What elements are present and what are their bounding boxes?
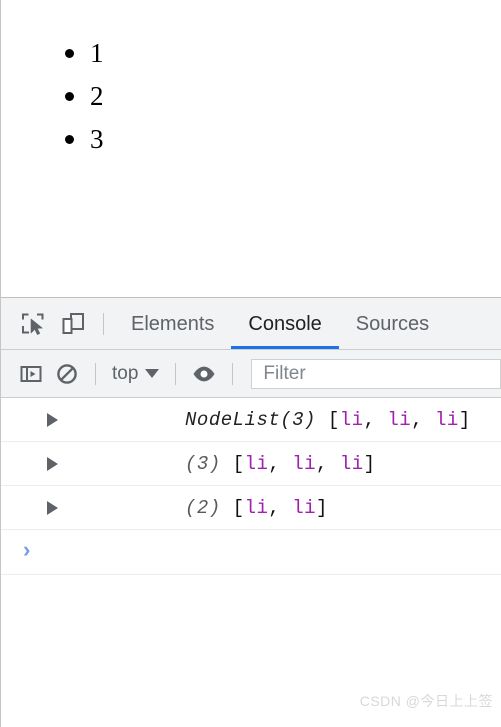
console-close-bracket: ] (458, 408, 471, 431)
console-toolbar: top Filter (1, 350, 501, 398)
clear-console-icon[interactable] (49, 357, 85, 391)
console-node-token: li (244, 496, 269, 519)
console-separator: , (316, 452, 340, 475)
inspect-element-icon[interactable] (13, 304, 53, 344)
bullet-disc-icon (65, 49, 74, 58)
console-count-label: (3) (185, 452, 221, 475)
page-viewport: 1 2 3 (1, 0, 501, 297)
disclosure-triangle-icon[interactable] (47, 500, 58, 515)
console-message-list: NodeList(3) [li, li, li] (3) [li, li, li… (1, 398, 501, 727)
console-node-token: li (292, 496, 316, 519)
page-bullet-list: 1 2 3 (65, 32, 104, 161)
execution-context-label: top (112, 362, 139, 384)
console-node-token: li (339, 408, 364, 431)
toolbar-divider (232, 362, 234, 385)
list-item-label: 3 (90, 124, 104, 154)
bullet-disc-icon (65, 135, 74, 144)
toolbar-divider (175, 362, 177, 385)
console-close-bracket: ] (363, 452, 376, 475)
console-node-token: li (387, 408, 412, 431)
console-message-row[interactable]: (2) [li, li] (1, 486, 501, 530)
console-constructor-label: NodeList(3) (185, 408, 316, 431)
console-separator: , (363, 408, 388, 431)
console-separator: , (268, 452, 293, 475)
chevron-down-icon (145, 369, 160, 378)
tab-sources[interactable]: Sources (339, 299, 446, 349)
tab-console[interactable]: Console (231, 299, 340, 349)
console-open-bracket: [ (220, 496, 245, 519)
list-item: 2 (65, 75, 104, 118)
console-separator: , (268, 496, 293, 519)
toolbar-divider (103, 312, 104, 335)
console-count-label: (2) (185, 496, 221, 519)
prompt-chevron-icon: › (20, 539, 34, 564)
devtools-tabbar: Elements Console Sources (1, 298, 501, 350)
console-node-token: li (244, 452, 269, 475)
bullet-disc-icon (65, 92, 74, 101)
console-node-token: li (292, 452, 316, 475)
console-open-bracket: [ (315, 408, 340, 431)
filter-input[interactable]: Filter (251, 358, 501, 389)
console-open-bracket: [ (220, 452, 245, 475)
execution-context-select[interactable]: top (106, 363, 165, 385)
list-item: 3 (65, 118, 104, 161)
list-item: 1 (65, 32, 104, 75)
device-toolbar-icon[interactable] (53, 304, 93, 344)
console-node-token: li (435, 408, 459, 431)
console-separator: , (411, 408, 436, 431)
list-item-label: 1 (90, 38, 104, 68)
devtools-panel: Elements Console Sources top Filter Node… (1, 297, 501, 727)
console-node-token: li (339, 452, 364, 475)
console-close-bracket: ] (316, 496, 328, 519)
watermark-text: CSDN @今日上上签 (359, 693, 493, 709)
eye-icon[interactable] (186, 357, 222, 391)
console-sidebar-icon[interactable] (13, 357, 49, 391)
tab-elements[interactable]: Elements (114, 299, 231, 349)
list-item-label: 2 (90, 81, 104, 111)
disclosure-triangle-icon[interactable] (47, 456, 58, 471)
toolbar-divider (95, 362, 96, 385)
disclosure-triangle-icon[interactable] (47, 412, 58, 427)
browser-window: 1 2 3 Elements Console Sources top Filte… (0, 0, 501, 727)
